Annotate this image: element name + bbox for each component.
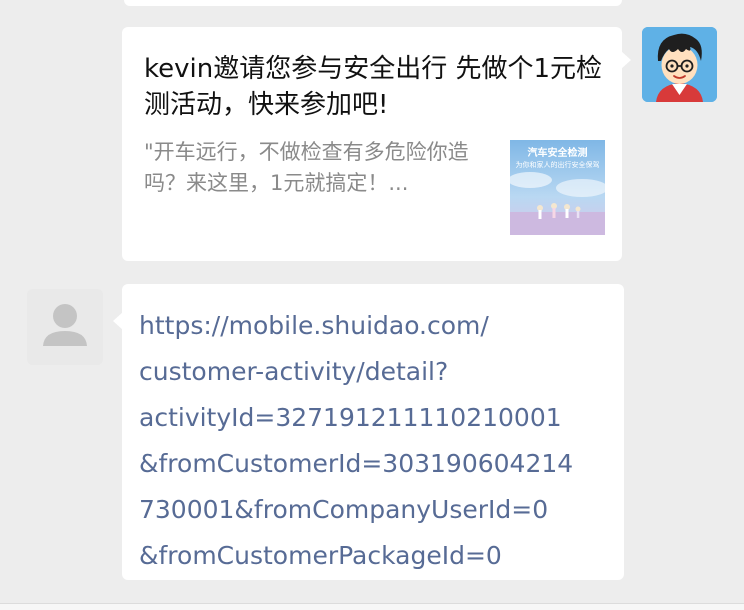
url-text-message[interactable]: https://mobile.shuidao.com/ customer-act…	[113, 284, 624, 580]
self-avatar[interactable]	[642, 27, 717, 102]
url-line: activityId=327191211110210001	[139, 403, 562, 432]
thumbnail-caption-main: 汽车安全检测	[527, 148, 588, 159]
chat-area[interactable]: kevin邀请您参与安全出行 先做个1元检测活动，快来参加吧! "开车远行，不做…	[0, 0, 744, 603]
input-area-edge	[0, 603, 744, 610]
cartoon-boy-avatar-icon	[642, 27, 717, 102]
thumbnail-caption-sub: 为你和家人的出行安全保驾	[515, 161, 600, 169]
url-line: &fromCustomerId=303190604214	[139, 449, 574, 478]
link-card-title: kevin邀请您参与安全出行 先做个1元检测活动，快来参加吧!	[144, 54, 603, 120]
previous-message-bubble[interactable]	[124, 0, 622, 6]
url-line: https://mobile.shuidao.com/	[139, 311, 489, 340]
url-line: &fromCustomerPackageId=0	[139, 541, 502, 570]
url-link[interactable]: https://mobile.shuidao.com/ customer-act…	[139, 303, 619, 579]
default-person-icon	[27, 289, 103, 365]
link-card-thumbnail: 汽车安全检测 为你和家人的出行安全保驾	[510, 140, 605, 235]
link-card-description: "开车远行，不做检查有多危险你造吗？来这里，1元就搞定！...	[144, 140, 469, 195]
thumbnail-caption: 汽车安全检测 为你和家人的出行安全保驾	[510, 148, 605, 170]
contact-avatar[interactable]	[27, 289, 103, 365]
link-card-message[interactable]: kevin邀请您参与安全出行 先做个1元检测活动，快来参加吧! "开车远行，不做…	[122, 27, 631, 261]
url-line: customer-activity/detail?	[139, 357, 449, 386]
url-line: 730001&fromCompanyUserId=0	[139, 495, 549, 524]
